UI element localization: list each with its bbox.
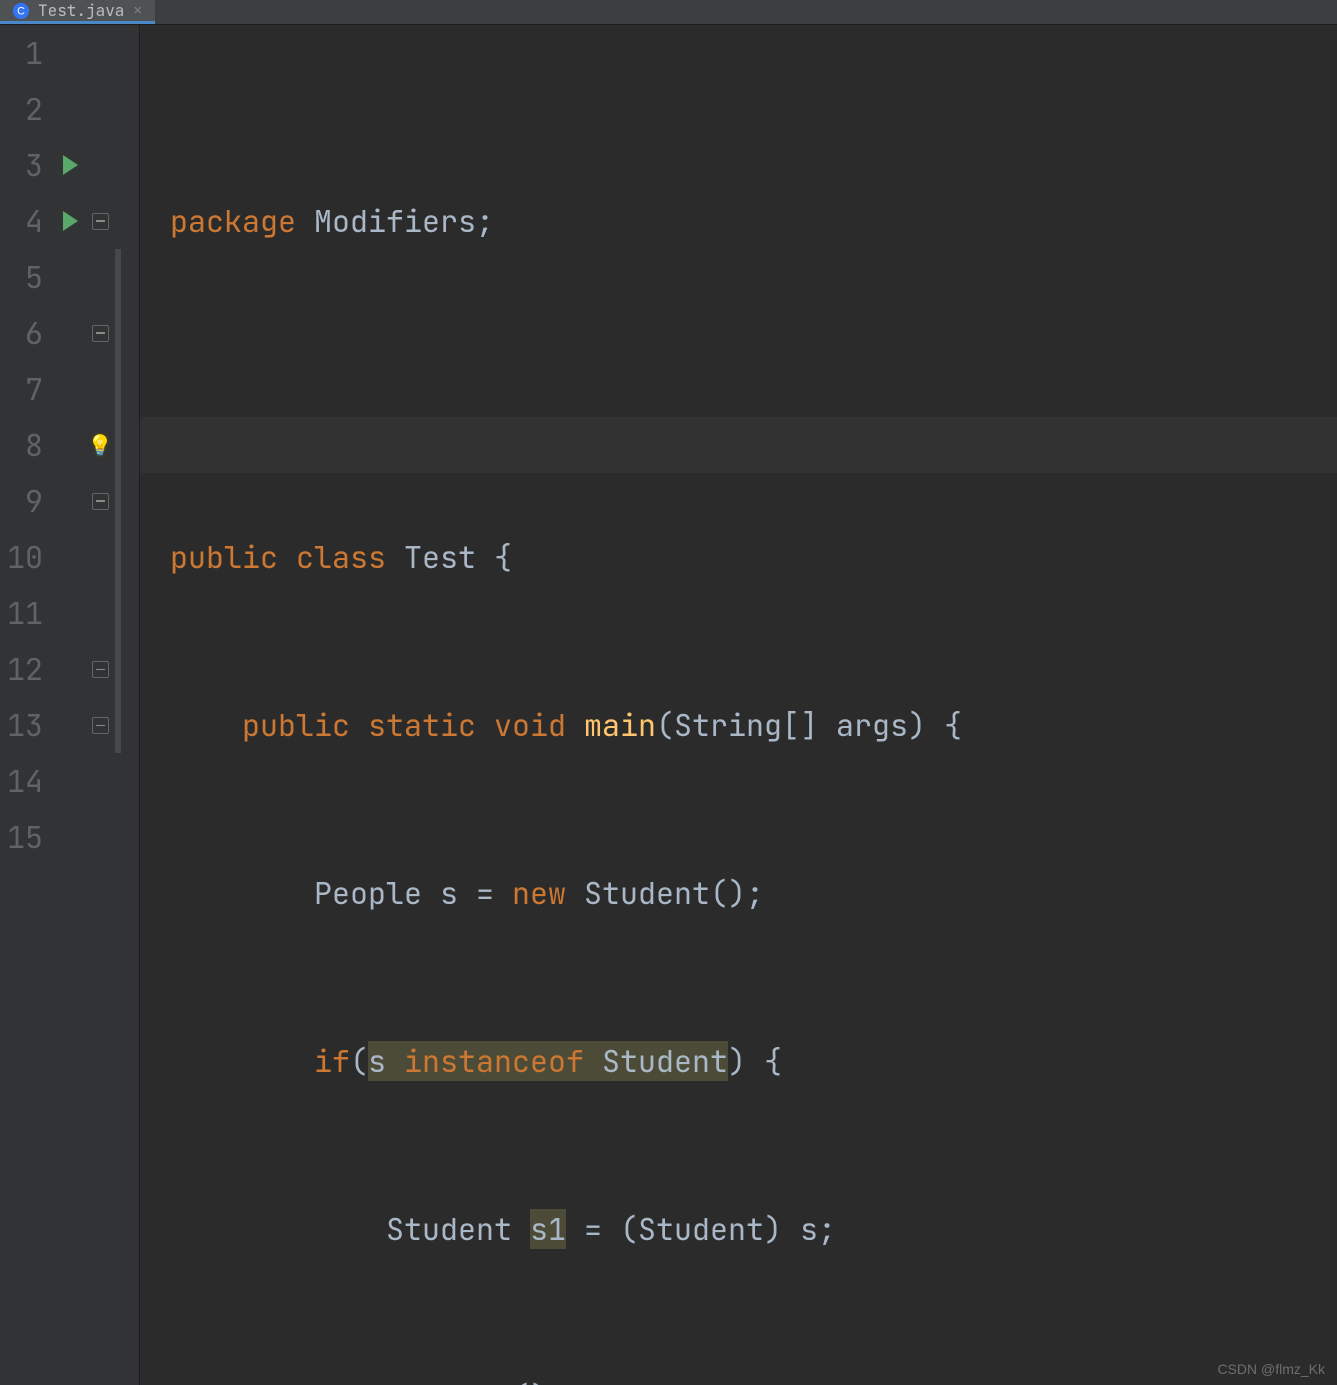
editor-tab-bar: C Test.java × <box>0 0 1337 25</box>
fold-toggle-icon[interactable] <box>85 493 115 510</box>
run-gutter-icon[interactable] <box>55 155 85 175</box>
fold-toggle-icon[interactable] <box>85 717 115 734</box>
gutter-row[interactable]: 15 <box>0 809 139 865</box>
editor-tab-test-java[interactable]: C Test.java × <box>0 0 155 24</box>
fold-toggle-icon[interactable] <box>85 661 115 678</box>
gutter-row[interactable]: 14 <box>0 753 139 809</box>
gutter-row[interactable]: 2 <box>0 81 139 137</box>
fold-toggle-icon[interactable] <box>85 325 115 342</box>
run-gutter-icon[interactable] <box>55 211 85 231</box>
fold-toggle-icon[interactable] <box>85 213 115 230</box>
gutter-row[interactable]: 1 <box>0 25 139 81</box>
code-editor[interactable]: 1 2 3 4 5 6 7 8💡 9 10 11 12 13 14 15 pac… <box>0 25 1337 1385</box>
code-area[interactable]: package Modifiers; public class Test { p… <box>140 25 1337 1385</box>
intention-bulb-icon[interactable]: 💡 <box>88 417 113 473</box>
method-scope-stripe <box>115 249 121 753</box>
java-file-icon: C <box>12 2 30 20</box>
gutter-row[interactable]: 4 <box>0 193 139 249</box>
close-tab-icon[interactable]: × <box>132 2 143 20</box>
editor-tab-label: Test.java <box>38 0 124 21</box>
gutter-row[interactable]: 3 <box>0 137 139 193</box>
svg-text:C: C <box>17 5 25 17</box>
